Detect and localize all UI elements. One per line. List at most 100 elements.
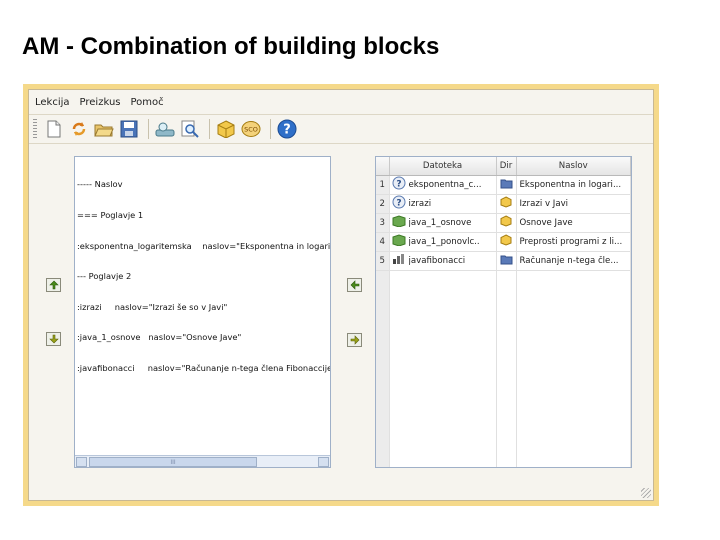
scroll-right-button[interactable] [318,457,329,467]
lesson-title: Preprosti programi z li... [519,236,623,247]
menu-lekcija[interactable]: Lekcija [35,97,70,108]
arrow-down-icon [48,334,59,344]
scrollbar-grip: III [170,459,176,466]
file-name: java_1_osnove [408,217,472,228]
toolbar: SCO ? [29,114,653,144]
table-header-row: Datoteka Dir Naslov [376,157,631,176]
toolbar-separator [148,119,149,139]
box-icon [500,234,512,249]
file-name: eksponentna_c... [408,179,482,190]
row-number: 3 [376,213,390,233]
arrow-right-icon [350,335,359,345]
open-button[interactable] [93,118,115,140]
structure-line: :javafibonacci naslov="Računanje n-tega … [77,363,331,374]
empty-cell [516,270,631,467]
dir-cell[interactable] [496,194,517,214]
column-header-dir[interactable]: Dir [496,157,517,176]
datoteka-cell[interactable]: java_1_osnove [389,213,497,233]
datoteka-cell[interactable]: javafibonacci [389,251,497,271]
column-header-naslov[interactable]: Naslov [516,157,631,176]
slide-title: AM - Combination of building blocks [22,33,440,60]
refresh-icon [72,122,86,136]
question-icon: ? [392,176,406,193]
lesson-structure-text[interactable]: ----- Naslov === Poglavje 1 :eksponentna… [75,157,330,394]
scroll-left-button[interactable] [76,457,87,467]
move-up-button[interactable] [46,278,61,292]
sco-label: SCO [244,126,258,134]
lesson-title: Eksponentna in logari... [519,179,622,190]
naslov-cell[interactable]: Preprosti programi z li... [516,232,631,252]
save-button[interactable] [118,118,140,140]
empty-cell [496,270,517,467]
horizontal-scrollbar[interactable]: III [75,455,330,467]
sco-button[interactable]: SCO [240,118,262,140]
table-row[interactable]: 4 java_1_ponovlc.. Preprosti programi z li… [376,232,631,252]
structure-line: :eksponentna_logaritemska naslov="Ekspon… [77,240,331,251]
move-down-button[interactable] [46,332,61,346]
menu-pomoc[interactable]: Pomoč [131,97,164,108]
menu-preizkus[interactable]: Preizkus [80,97,121,108]
column-header-index[interactable] [376,157,390,176]
empty-table-area [376,270,631,467]
datoteka-cell[interactable]: java_1_ponovlc.. [389,232,497,252]
question-icon: ? [392,195,406,212]
naslov-cell[interactable]: Osnove Jave [516,213,631,233]
row-number: 5 [376,251,390,271]
new-file-button[interactable] [43,118,65,140]
toolbar-separator [209,119,210,139]
dir-cell[interactable] [496,232,517,252]
structure-line: :java_1_osnove naslov="Osnove Jave" [77,332,242,343]
table-row[interactable]: 3 java_1_osnove Osnove Jave [376,213,631,233]
open-folder-icon [94,124,114,137]
preview-button[interactable] [154,118,176,140]
help-icon: ? [277,119,297,139]
toolbar-separator [270,119,271,139]
naslov-cell[interactable]: Izrazi v Javi [516,194,631,214]
structure-line: ----- Naslov [77,179,123,190]
package-button[interactable] [215,118,237,140]
lesson-structure-editor[interactable]: ----- Naslov === Poglavje 1 :eksponentna… [74,156,331,468]
refresh-button[interactable] [68,118,90,140]
table-row[interactable]: 2? izrazi Izrazi v Javi [376,194,631,214]
arrow-up-icon [48,280,59,290]
help-button[interactable]: ? [276,118,298,140]
help-label: ? [283,123,291,138]
toolbar-grip-icon[interactable] [33,119,37,139]
structure-line: --- Poglavje 2 [77,271,132,282]
row-number: 4 [376,232,390,252]
table-row[interactable]: 1? eksponentna_c... Eksponentna in logari.… [376,175,631,195]
move-right-button[interactable] [347,333,362,347]
folder-icon [500,179,513,192]
row-number [376,270,390,467]
folder-icon [500,255,513,268]
dir-cell[interactable] [496,251,517,271]
app-window: Lekcija Preizkus Pomoč SCO ? ----- Naslo… [28,89,654,501]
scrollbar-thumb[interactable]: III [89,457,257,467]
resize-grip-icon[interactable] [641,488,651,498]
structure-line: === Poglavje 1 [77,210,144,221]
datoteka-cell[interactable]: ? eksponentna_c... [389,175,497,195]
box-icon [500,215,512,230]
file-name: javafibonacci [408,255,466,266]
move-left-button[interactable] [347,278,362,292]
new-file-icon [47,120,61,138]
naslov-cell[interactable]: Eksponentna in logari... [516,175,631,195]
svg-text:?: ? [396,199,401,209]
file-name: izrazi [408,198,432,209]
column-header-datoteka[interactable]: Datoteka [389,157,497,176]
preview-icon [155,122,175,137]
menu-bar: Lekcija Preizkus Pomoč [29,90,653,114]
row-number: 1 [376,175,390,195]
save-icon [120,120,138,138]
zoom-button[interactable] [179,118,201,140]
datoteka-cell[interactable]: ? izrazi [389,194,497,214]
package-icon [217,120,235,138]
naslov-cell[interactable]: Računanje n-tega čle... [516,251,631,271]
dir-cell[interactable] [496,213,517,233]
table-row[interactable]: 5 javafibonacci Računanje n-tega čle... [376,251,631,271]
application-screenshot: Lekcija Preizkus Pomoč SCO ? ----- Naslo… [23,84,659,506]
svg-text:?: ? [396,180,401,190]
zoom-icon [181,120,199,138]
dir-cell[interactable] [496,175,517,195]
file-name: java_1_ponovlc.. [408,236,480,247]
